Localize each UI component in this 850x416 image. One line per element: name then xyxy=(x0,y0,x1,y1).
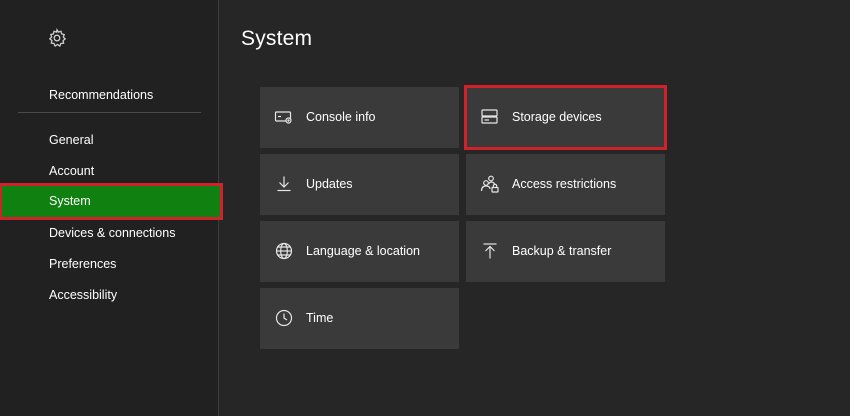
tile-language-location[interactable]: Language & location xyxy=(260,221,459,282)
tile-label: Backup & transfer xyxy=(512,244,612,258)
tile-label: Updates xyxy=(306,177,353,191)
upload-icon xyxy=(480,241,500,261)
tile-label: Console info xyxy=(306,110,376,124)
download-icon xyxy=(274,174,294,194)
sidebar-item-accessibility[interactable]: Accessibility xyxy=(0,280,218,311)
tile-backup-transfer[interactable]: Backup & transfer xyxy=(466,221,665,282)
storage-icon xyxy=(480,107,500,127)
globe-icon xyxy=(274,241,294,261)
sidebar-item-recommendations[interactable]: Recommendations xyxy=(0,80,218,111)
sidebar-item-system[interactable]: System xyxy=(0,183,223,220)
page-title: System xyxy=(241,27,313,50)
console-info-icon xyxy=(274,107,294,127)
sidebar-item-devices-connections[interactable]: Devices & connections xyxy=(0,218,218,249)
tile-access-restrictions[interactable]: Access restrictions xyxy=(466,154,665,215)
clock-icon xyxy=(274,308,294,328)
tile-label: Access restrictions xyxy=(512,177,617,191)
gear-icon[interactable] xyxy=(47,28,67,48)
tile-console-info[interactable]: Console info xyxy=(260,87,459,148)
tile-updates[interactable]: Updates xyxy=(260,154,459,215)
sidebar-item-account[interactable]: Account xyxy=(0,156,218,187)
tile-time[interactable]: Time xyxy=(260,288,459,349)
sidebar-item-general[interactable]: General xyxy=(0,125,218,156)
sidebar-divider xyxy=(18,112,201,113)
users-lock-icon xyxy=(480,174,500,194)
tile-storage-devices[interactable]: Storage devices xyxy=(464,85,667,150)
tile-label: Language & location xyxy=(306,244,420,258)
tile-label: Time xyxy=(306,311,334,325)
sidebar: Recommendations General Account System D… xyxy=(0,0,223,416)
sidebar-item-preferences[interactable]: Preferences xyxy=(0,249,218,280)
tile-label: Storage devices xyxy=(512,110,602,124)
